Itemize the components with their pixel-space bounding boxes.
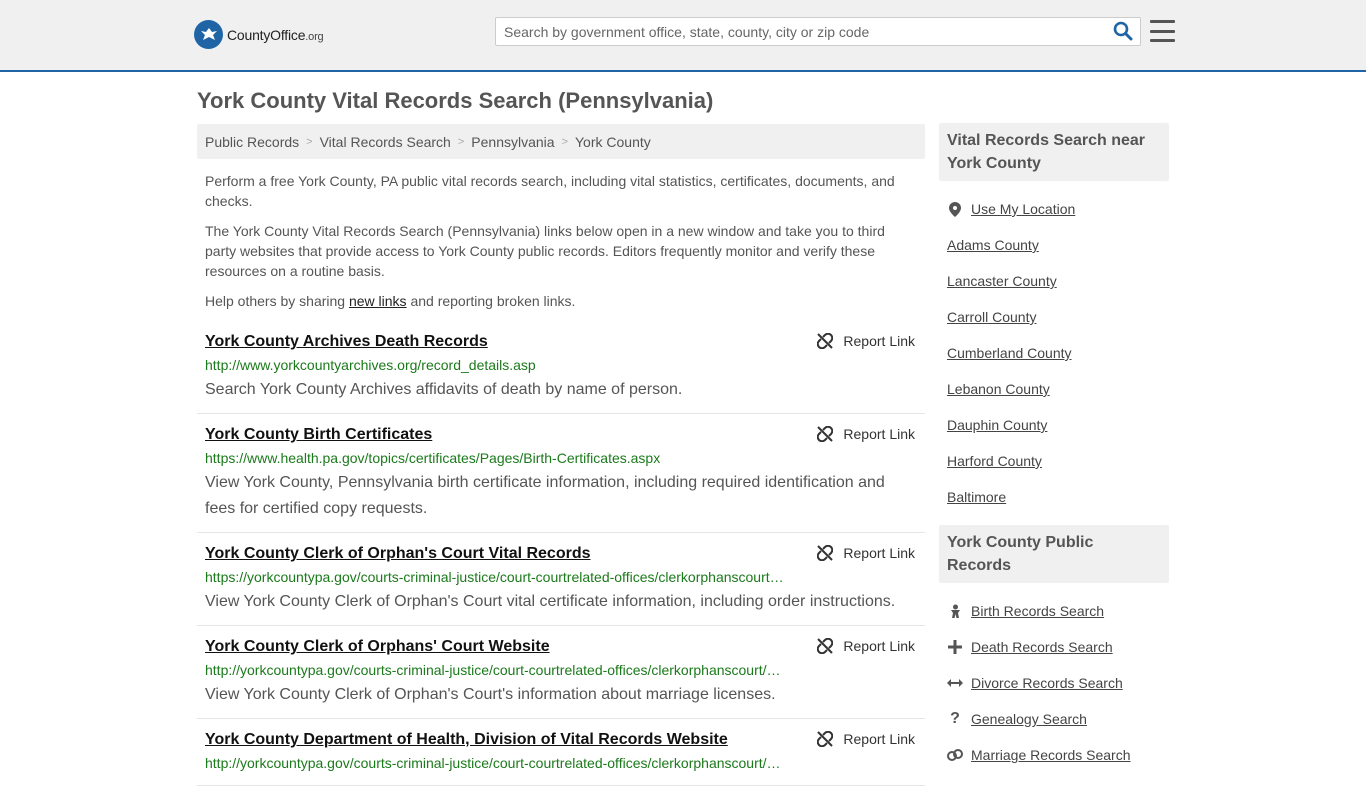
- chevron-right-icon: >: [457, 135, 465, 148]
- sidebar: Vital Records Search near York County Us…: [939, 123, 1169, 783]
- death-records-link[interactable]: Death Records Search: [971, 639, 1113, 655]
- result-title-link[interactable]: York County Birth Certificates: [205, 424, 432, 446]
- nearby-county-link[interactable]: Carroll County: [947, 309, 1036, 325]
- result-url: http://yorkcountypa.gov/courts-criminal-…: [205, 662, 781, 678]
- rings-icon: [947, 749, 963, 761]
- result-url: http://yorkcountypa.gov/courts-criminal-…: [205, 755, 781, 771]
- breadcrumb-vital-records-search[interactable]: Vital Records Search: [320, 134, 451, 150]
- cross-icon: [947, 640, 963, 654]
- report-link-button[interactable]: Report Link: [817, 545, 915, 561]
- map-pin-icon: [947, 201, 963, 217]
- nearby-county-link[interactable]: Cumberland County: [947, 345, 1072, 361]
- list-item: Lancaster County: [947, 263, 1161, 299]
- result-item: York County Clerk of Orphans' Court Webs…: [197, 626, 925, 719]
- list-item: Lebanon County: [947, 371, 1161, 407]
- birth-records-link[interactable]: Birth Records Search: [971, 603, 1104, 619]
- question-icon: ?: [950, 710, 960, 727]
- sidebar-heading-public-records: York County Public Records: [939, 525, 1169, 583]
- list-item: ? Genealogy Search: [947, 701, 1161, 737]
- broken-link-icon: [817, 333, 834, 349]
- list-item: Harford County: [947, 443, 1161, 479]
- share-paragraph: Help others by sharing new links and rep…: [205, 293, 576, 309]
- result-item: York County Clerk of Orphan's Court Vita…: [197, 533, 925, 626]
- result-title-link[interactable]: York County Department of Health, Divisi…: [205, 729, 728, 751]
- result-url: https://www.health.pa.gov/topics/certifi…: [205, 450, 661, 466]
- search-icon: [1113, 21, 1133, 41]
- site-header: CountyOffice.org: [0, 0, 1366, 72]
- report-link-button[interactable]: Report Link: [817, 731, 915, 747]
- genealogy-search-link[interactable]: Genealogy Search: [971, 711, 1087, 727]
- list-item: Death Records Search: [947, 629, 1161, 665]
- result-description: View York County Clerk of Orphan's Court…: [205, 686, 776, 703]
- result-url: http://www.yorkcountyarchives.org/record…: [205, 357, 536, 373]
- result-title-link[interactable]: York County Clerk of Orphans' Court Webs…: [205, 636, 550, 658]
- result-title-link[interactable]: York County Archives Death Records: [205, 331, 488, 353]
- breadcrumb-public-records[interactable]: Public Records: [205, 134, 299, 150]
- sidebar-heading-nearby: Vital Records Search near York County: [939, 123, 1169, 181]
- intro-paragraph: The York County Vital Records Search (Pe…: [205, 223, 885, 279]
- page-title: York County Vital Records Search (Pennsy…: [197, 88, 714, 113]
- result-url: https://yorkcountypa.gov/courts-criminal…: [205, 569, 784, 585]
- nearby-county-link[interactable]: Lebanon County: [947, 381, 1050, 397]
- result-item: York County Archives Death Records Repor…: [197, 321, 925, 414]
- broken-link-icon: [817, 731, 834, 747]
- result-title-link[interactable]: York County Clerk of Orphan's Court Vita…: [205, 543, 591, 565]
- chevron-right-icon: >: [561, 135, 568, 148]
- site-logo[interactable]: CountyOffice.org: [194, 20, 324, 49]
- nearby-county-link[interactable]: Baltimore: [947, 489, 1006, 505]
- result-description: View York County, Pennsylvania birth cer…: [205, 474, 885, 517]
- chevron-right-icon: >: [306, 135, 313, 148]
- search-button[interactable]: [1113, 21, 1135, 43]
- public-records-list: Birth Records Search Death Records Searc…: [939, 583, 1169, 783]
- new-links-link[interactable]: new links: [349, 293, 407, 309]
- list-item: Birth Records Search: [947, 593, 1161, 629]
- report-link-button[interactable]: Report Link: [817, 333, 915, 349]
- result-description: Search York County Archives affidavits o…: [205, 381, 683, 398]
- nearby-county-link[interactable]: Adams County: [947, 237, 1039, 253]
- result-item: York County Birth Certificates Report Li…: [197, 414, 925, 533]
- result-item: York County Department of Health, Divisi…: [197, 719, 925, 786]
- report-link-button[interactable]: Report Link: [817, 426, 915, 442]
- split-arrows-icon: [947, 677, 963, 689]
- list-item: Use My Location: [947, 191, 1161, 227]
- hamburger-menu-icon[interactable]: [1150, 20, 1175, 42]
- logo-wordmark: CountyOffice.org: [227, 26, 324, 43]
- baby-icon: [947, 604, 963, 619]
- list-item: Divorce Records Search: [947, 665, 1161, 701]
- use-my-location-link[interactable]: Use My Location: [971, 201, 1075, 217]
- breadcrumb-pennsylvania[interactable]: Pennsylvania: [471, 134, 554, 150]
- breadcrumb: Public Records > Vital Records Search > …: [197, 124, 925, 159]
- search-input[interactable]: [496, 18, 1096, 45]
- broken-link-icon: [817, 638, 834, 654]
- result-description: View York County Clerk of Orphan's Court…: [205, 593, 896, 610]
- eagle-seal-icon: [194, 20, 223, 49]
- breadcrumb-york-county[interactable]: York County: [575, 134, 651, 150]
- list-item: Carroll County: [947, 299, 1161, 335]
- marriage-records-link[interactable]: Marriage Records Search: [971, 747, 1131, 763]
- intro-text: Perform a free York County, PA public vi…: [197, 159, 925, 311]
- broken-link-icon: [817, 426, 834, 442]
- nearby-county-link[interactable]: Harford County: [947, 453, 1042, 469]
- list-item: Cumberland County: [947, 335, 1161, 371]
- nearby-list: Use My Location Adams County Lancaster C…: [939, 181, 1169, 525]
- list-item: Dauphin County: [947, 407, 1161, 443]
- nearby-county-link[interactable]: Dauphin County: [947, 417, 1047, 433]
- search-box: [495, 17, 1141, 46]
- main-content: Public Records > Vital Records Search > …: [197, 124, 925, 786]
- intro-paragraph: Perform a free York County, PA public vi…: [205, 173, 895, 209]
- list-item: Baltimore: [947, 479, 1161, 515]
- divorce-records-link[interactable]: Divorce Records Search: [971, 675, 1123, 691]
- list-item: Adams County: [947, 227, 1161, 263]
- report-link-button[interactable]: Report Link: [817, 638, 915, 654]
- nearby-county-link[interactable]: Lancaster County: [947, 273, 1057, 289]
- broken-link-icon: [817, 545, 834, 561]
